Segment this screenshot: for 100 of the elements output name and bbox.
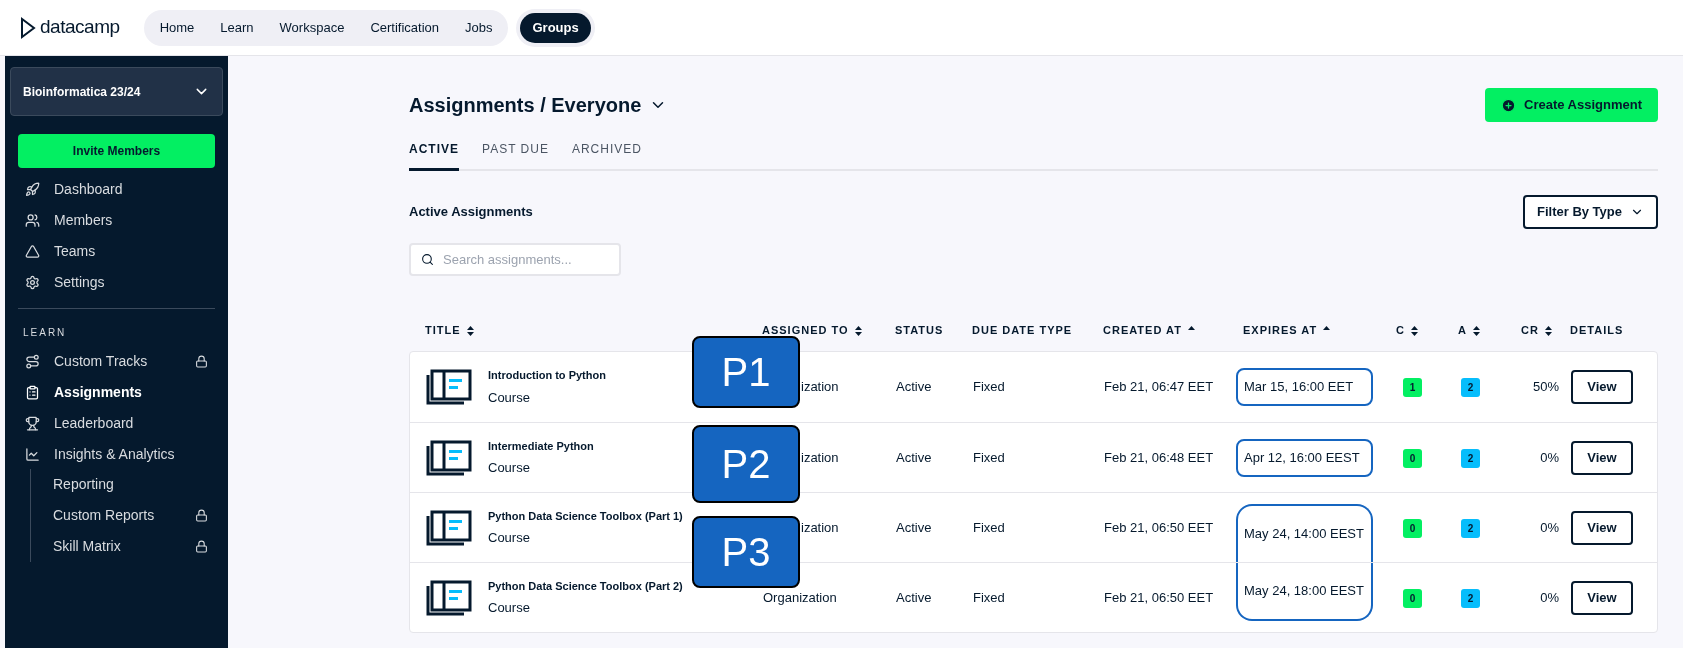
assignment-title[interactable]: Introduction to Python [488,367,606,384]
search-field[interactable]: Search assignments... [409,243,621,276]
view-button[interactable]: View [1571,580,1633,615]
completed-count-badge: 1 [1403,378,1422,397]
callout-label: P3 [692,516,800,588]
column-header[interactable]: TITLE [425,322,461,339]
nav-link[interactable]: Learn [220,17,254,38]
highlighted-date: May 24, 18:00 EEST [1236,563,1373,621]
column-header[interactable]: CR [1521,322,1539,339]
section-title: Active Assignments [409,203,533,222]
view-button[interactable]: View [1571,440,1633,475]
column-header[interactable]: CREATED AT [1103,322,1182,339]
assignment-title[interactable]: Python Data Science Toolbox (Part 2) [488,577,683,594]
completed-count-badge: 0 [1403,448,1422,468]
filter-by-type-button[interactable]: Filter By Type [1523,195,1658,229]
section-label: LEARN [22,326,68,340]
table-cell-text: Active [896,588,933,607]
column-header[interactable]: A [1458,322,1467,339]
table-cell-text: Feb 21, 06:50 EET [1104,518,1215,537]
column-header[interactable]: ASSIGNED TO [762,322,849,339]
table-cell-text: Feb 21, 06:48 EET [1104,448,1215,467]
table-cell-text: Feb 21, 06:47 EET [1104,378,1215,397]
settings-icon [25,275,40,290]
assigned-count-badge: 2 [1461,378,1480,397]
invite-members-button[interactable]: Invite Members [18,134,215,168]
sidebar-item[interactable]: Assignments [5,377,228,408]
table-cell-text: Fixed [973,448,1006,467]
rocket-icon [25,182,40,197]
sort-icon [466,325,474,336]
tab[interactable]: ACTIVE [409,140,459,171]
table-cell-text: 0% [1539,588,1560,607]
tab[interactable]: PAST DUE [482,140,549,171]
assignment-title[interactable]: Python Data Science Toolbox (Part 1) [488,507,683,524]
sidebar-item[interactable]: Custom Tracks [5,346,228,377]
table-cell-text: 50% [1531,378,1560,397]
assignment-type: Course [488,459,531,477]
logo-icon [20,16,36,39]
column-header[interactable]: DETAILS [1570,322,1624,339]
sidebar-item[interactable]: Dashboard [5,174,228,205]
course-book-icon [426,439,472,476]
table-cell-text: Feb 21, 06:50 EET [1104,588,1215,607]
clipboard-icon [25,385,40,400]
callout-label: P1 [692,336,800,408]
assignment-title[interactable]: Intermediate Python [488,437,594,454]
sidebar-item[interactable]: Members [5,205,228,236]
column-header[interactable]: DUE DATE TYPE [972,322,1073,339]
sidebar-item[interactable]: Teams [5,236,228,267]
route-icon [25,354,40,369]
logo-wordmark[interactable]: datacamp [40,13,120,42]
course-book-icon [426,369,472,405]
table-cell-text: 0% [1539,518,1560,537]
trophy-icon [25,416,40,431]
assigned-count-badge: 2 [1461,518,1480,538]
sidebar-subitem[interactable]: Custom Reports [31,500,228,531]
assigned-count-badge: 2 [1461,448,1480,468]
nav-link[interactable]: Certification [370,17,439,38]
sort-icon [854,325,862,336]
highlighted-date: May 24, 14:00 EEST [1236,504,1373,562]
view-button[interactable]: View [1571,370,1633,404]
assignment-type: Course [488,599,531,617]
column-header[interactable]: C [1396,322,1405,339]
view-button[interactable]: View [1571,510,1633,545]
sort-icon [1544,325,1552,336]
table-cell-text: 0% [1539,448,1560,467]
nav-link[interactable]: Home [159,17,195,38]
column-header[interactable]: STATUS [895,322,944,339]
completed-count-badge: 0 [1403,518,1422,538]
course-book-icon [426,509,472,546]
nav-link[interactable]: Workspace [279,17,345,38]
sidebar-item[interactable]: Insights & Analytics [5,439,228,470]
table-cell-text: Fixed [973,518,1006,537]
create-assignment-button[interactable]: Create Assignment [1485,88,1658,122]
sidebar-subitem[interactable]: Reporting [31,469,228,500]
table-cell-text: ization [800,378,840,397]
sidebar-item[interactable]: Settings [5,267,228,298]
table-cell-text: Active [896,518,933,537]
completed-count-badge: 0 [1403,588,1422,608]
table-cell-text: Organization [763,588,838,607]
assignment-type: Course [488,388,531,407]
table-cell-text: Fixed [973,378,1006,397]
people-icon [25,213,40,228]
tab[interactable]: ARCHIVED [571,140,642,171]
table-cell-text: Fixed [973,588,1006,607]
table-cell-text: ization [800,518,840,537]
group-select[interactable]: Bioinformatica 23/24 [10,67,223,116]
assigned-count-badge: 2 [1461,588,1480,608]
sidebar-item[interactable]: Leaderboard [5,408,228,439]
line-chart-icon [25,447,40,462]
sort-icon [1410,325,1418,336]
sort-icon [1472,325,1480,336]
sidebar-subitem[interactable]: Skill Matrix [31,531,228,562]
search-icon [421,253,434,266]
callout-label: P2 [692,425,800,503]
table-cell-text: Active [896,448,933,467]
assignment-type: Course [488,529,531,547]
page-title: Assignments / Everyone [409,93,642,118]
table-cell-text: ization [800,448,840,467]
column-header[interactable]: EXPIRES AT [1243,322,1318,339]
course-book-icon [426,579,472,616]
nav-link[interactable]: Jobs [465,17,493,38]
